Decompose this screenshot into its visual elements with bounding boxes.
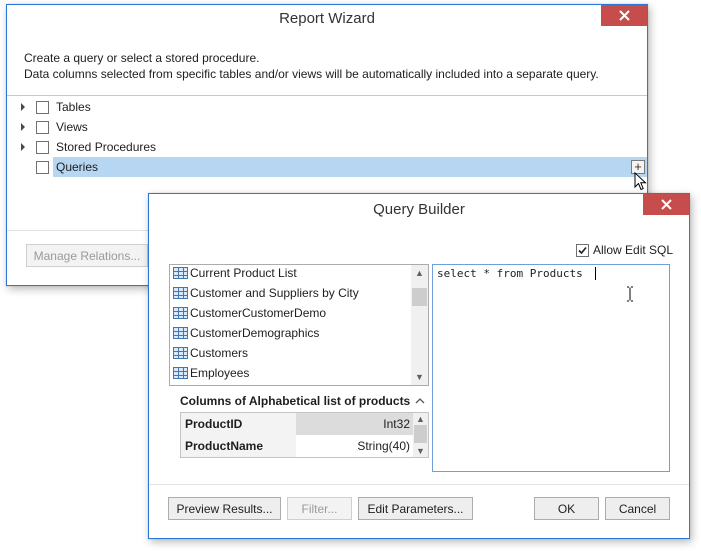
preview-results-button[interactable]: Preview Results... — [168, 497, 281, 520]
query-builder-window: Query Builder Allow Edit SQL Current Pro… — [148, 193, 690, 539]
manage-relations-button[interactable]: Manage Relations... — [26, 244, 148, 267]
column-row[interactable]: ProductID Int32 — [181, 413, 413, 435]
table-item-label: CustomerCustomerDemo — [190, 306, 327, 320]
columns-scroll-thumb[interactable] — [414, 425, 427, 443]
table-item[interactable]: Customer and Suppliers by City — [173, 283, 359, 303]
column-name-cell: ProductName — [181, 435, 296, 457]
views-checkbox[interactable] — [36, 120, 49, 134]
tree-item-queries[interactable]: Queries — [36, 157, 98, 177]
table-icon — [173, 367, 188, 379]
tree-item-views[interactable]: Views — [21, 117, 88, 137]
filter-button[interactable]: Filter... — [287, 497, 352, 520]
column-name-cell: ProductID — [181, 413, 296, 435]
collapse-chevron-icon[interactable] — [415, 397, 425, 405]
query-builder-footer-divider — [149, 484, 689, 485]
tree-item-queries-selection — [53, 157, 647, 177]
cancel-button[interactable]: Cancel — [605, 497, 670, 520]
tree-item-label: Views — [56, 120, 88, 134]
scroll-down-arrow-icon[interactable]: ▼ — [413, 446, 428, 456]
table-item-label: Customer and Suppliers by City — [190, 286, 359, 300]
tree-item-label: Stored Procedures — [56, 140, 157, 154]
tree-item-label: Tables — [56, 100, 91, 114]
expand-arrow-icon[interactable] — [21, 143, 25, 151]
allow-edit-sql-label: Allow Edit SQL — [593, 243, 674, 257]
checkmark-icon — [578, 246, 587, 254]
table-icon — [173, 287, 188, 299]
expand-arrow-icon[interactable] — [21, 123, 25, 131]
expand-arrow-icon[interactable] — [21, 103, 25, 111]
table-item-label: CustomerDemographics — [190, 326, 320, 340]
table-item-label: Current Product List — [190, 266, 297, 280]
query-builder-close-button[interactable] — [643, 194, 689, 215]
sql-editor[interactable]: select * from Products — [432, 264, 670, 472]
tables-scroll-thumb[interactable] — [412, 288, 427, 306]
columns-grid: ProductID Int32 ProductName String(40) ▲… — [180, 412, 429, 458]
table-icon — [173, 327, 188, 339]
column-row[interactable]: ProductName String(40) — [181, 435, 413, 457]
scroll-down-arrow-icon[interactable]: ▼ — [411, 371, 428, 383]
tree-item-tables[interactable]: Tables — [21, 97, 91, 117]
allow-edit-sql-toggle[interactable]: Allow Edit SQL — [576, 242, 673, 258]
tree-item-stored-procedures[interactable]: Stored Procedures — [21, 137, 156, 157]
close-icon — [618, 10, 630, 21]
source-tree: Tables Views Stored Procedures Queries + — [7, 96, 647, 191]
mouse-pointer-icon — [634, 172, 647, 191]
table-item-label: Customers — [190, 346, 249, 360]
queries-checkbox[interactable] — [36, 160, 49, 174]
table-item[interactable]: Employees — [173, 363, 249, 383]
tree-item-label: Queries — [56, 160, 99, 174]
table-item[interactable]: CustomerCustomerDemo — [173, 303, 326, 323]
query-builder-title: Query Builder — [373, 201, 465, 218]
description-line-2: Data columns selected from specific tabl… — [24, 67, 599, 81]
columns-header: Columns of Alphabetical list of products — [180, 394, 411, 408]
text-cursor-icon — [627, 286, 633, 302]
ok-button[interactable]: OK — [534, 497, 599, 520]
columns-scrollbar[interactable]: ▲ ▼ — [413, 413, 428, 457]
table-item[interactable]: Current Product List — [173, 263, 297, 283]
tables-list: Current Product List Customer and Suppli… — [169, 264, 429, 386]
scroll-up-arrow-icon[interactable]: ▲ — [411, 267, 428, 279]
table-item[interactable]: CustomerDemographics — [173, 323, 319, 343]
scroll-up-arrow-icon[interactable]: ▲ — [413, 414, 428, 424]
tables-scrollbar[interactable]: ▲ ▼ — [411, 265, 428, 385]
tables-checkbox[interactable] — [36, 100, 49, 114]
column-type-cell: Int32 — [296, 413, 413, 435]
table-item[interactable]: Customers — [173, 343, 248, 363]
column-type-cell: String(40) — [296, 435, 413, 457]
sql-text: select * from Products — [437, 267, 583, 280]
columns-panel: Columns of Alphabetical list of products… — [173, 390, 429, 464]
allow-edit-sql-checkbox[interactable] — [576, 243, 589, 257]
report-wizard-close-button[interactable] — [601, 5, 647, 26]
table-icon — [173, 307, 188, 319]
wizard-description: Create a query or select a stored proced… — [24, 50, 599, 82]
edit-parameters-button[interactable]: Edit Parameters... — [358, 497, 473, 520]
description-line-1: Create a query or select a stored proced… — [24, 51, 260, 65]
close-icon — [660, 199, 672, 210]
stored-procedures-checkbox[interactable] — [36, 140, 49, 154]
text-caret — [595, 267, 596, 280]
report-wizard-title: Report Wizard — [279, 10, 375, 27]
table-item-label: Employees — [190, 366, 250, 380]
table-icon — [173, 347, 188, 359]
table-icon — [173, 267, 188, 279]
